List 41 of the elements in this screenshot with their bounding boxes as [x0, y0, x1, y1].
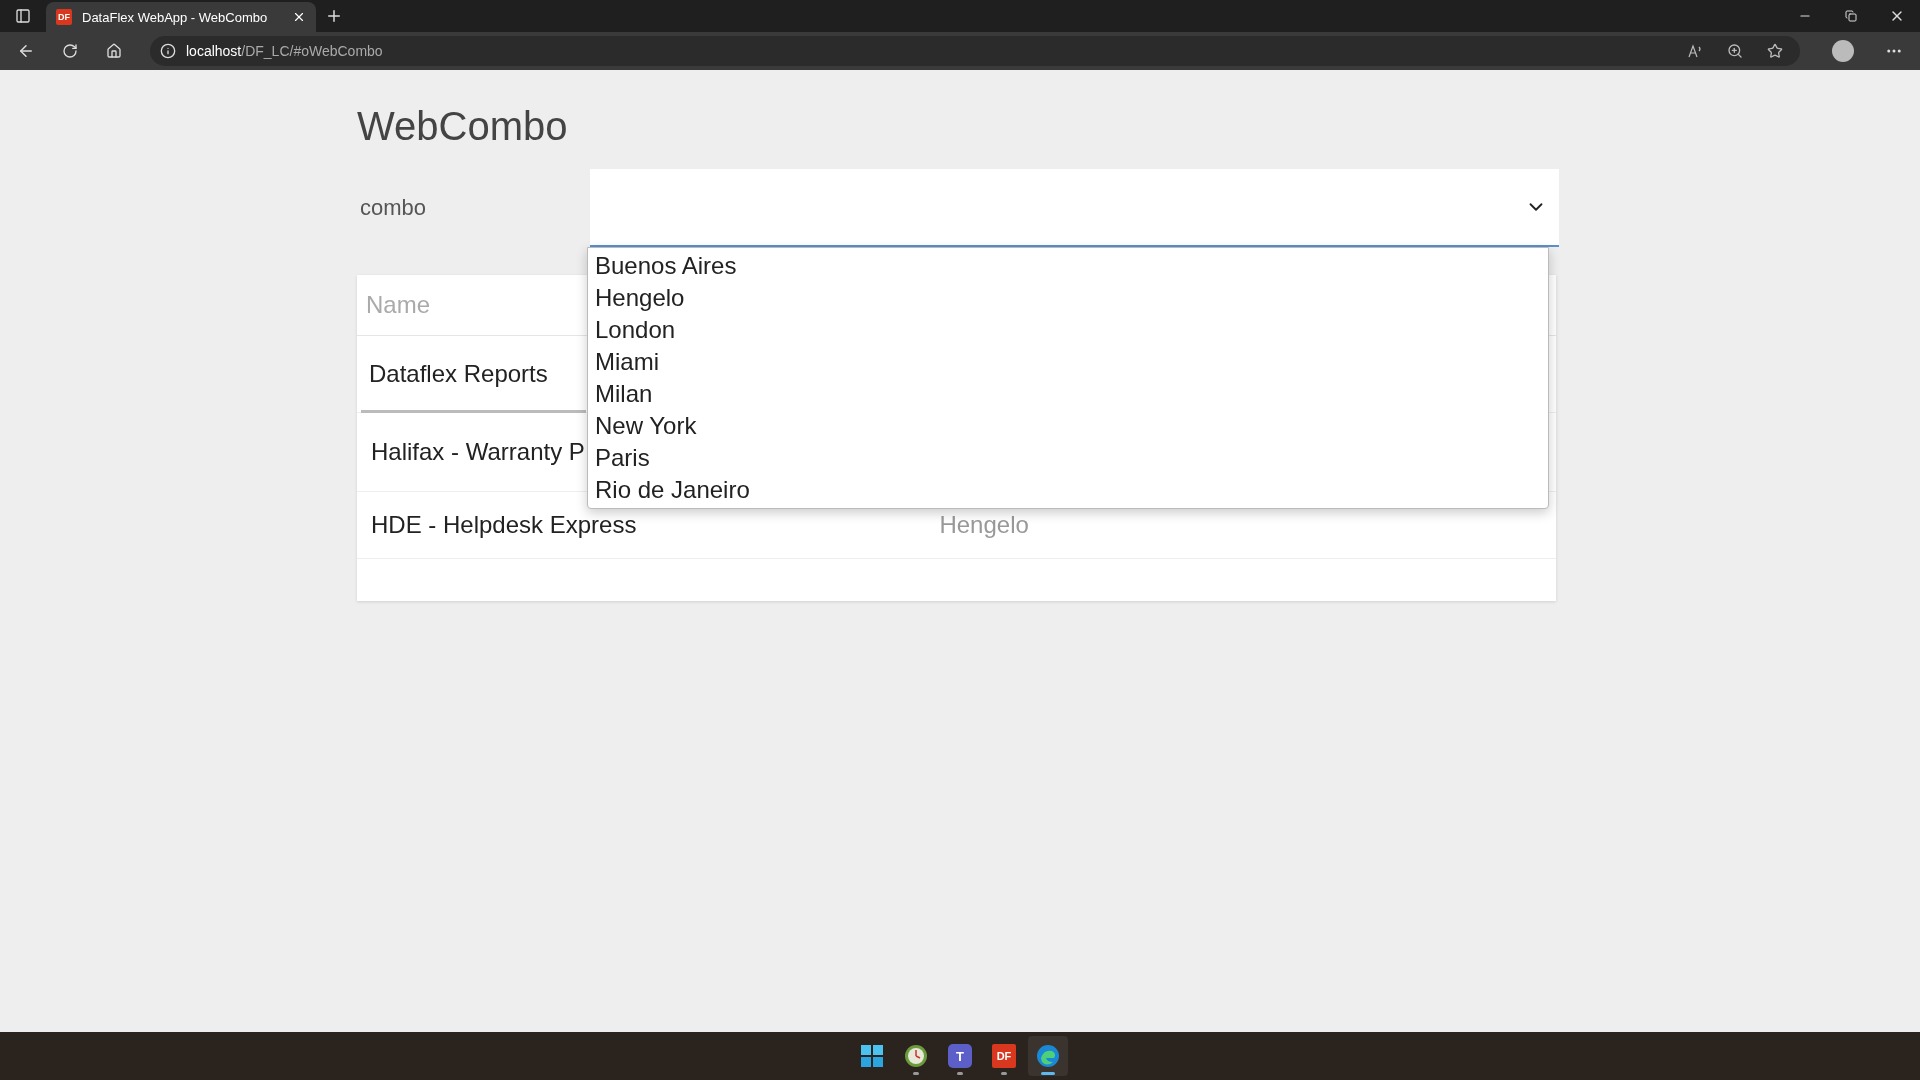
favorites-icon[interactable] — [1767, 43, 1783, 59]
page-title: WebCombo — [357, 104, 569, 149]
url-host: localhost — [186, 43, 242, 59]
tab-panel-icon[interactable] — [15, 8, 31, 24]
tab-title: DataFlex WebApp - WebCombo — [82, 9, 269, 25]
table-cell: Hengelo — [939, 511, 1029, 539]
table-cell: Halifax - Warranty P — [371, 438, 585, 466]
clock-icon — [904, 1044, 928, 1068]
taskbar-app[interactable] — [1028, 1036, 1068, 1076]
home-icon[interactable] — [106, 43, 122, 59]
table-cell: Dataflex Reports — [369, 360, 548, 388]
back-icon[interactable] — [17, 42, 35, 60]
dropdown-option[interactable]: London — [588, 314, 1548, 346]
read-aloud-icon[interactable] — [1687, 43, 1703, 59]
favicon: DF — [56, 9, 72, 25]
dropdown-option[interactable]: Miami — [588, 346, 1548, 378]
browser-tab[interactable]: DF DataFlex WebApp - WebCombo — [46, 2, 316, 32]
reload-icon[interactable] — [62, 43, 78, 59]
dropdown-option[interactable]: Milan — [588, 378, 1548, 410]
dropdown-option[interactable]: Buenos Aires — [588, 250, 1548, 282]
info-icon[interactable] — [160, 43, 176, 59]
profile-avatar[interactable] — [1832, 40, 1854, 62]
teams-app-icon: T — [948, 1044, 972, 1068]
dropdown-option[interactable]: Rio de Janeiro — [588, 474, 1548, 506]
new-tab-icon[interactable] — [325, 7, 343, 25]
address-bar[interactable]: localhost/DF_LC/#oWebCombo — [150, 36, 1800, 66]
taskbar-app[interactable]: DF — [984, 1036, 1024, 1076]
dropdown-option[interactable]: New York — [588, 410, 1548, 442]
taskbar-app[interactable]: T — [940, 1036, 980, 1076]
restore-icon[interactable] — [1845, 10, 1857, 22]
dataflex-app-icon: DF — [992, 1044, 1016, 1068]
url-path: /DF_LC/#oWebCombo — [241, 43, 383, 59]
browser-icon — [1036, 1044, 1060, 1068]
close-tab-icon[interactable] — [292, 10, 306, 24]
table-cell: HDE - Helpdesk Express — [371, 511, 637, 539]
dropdown-option[interactable]: Hengelo — [588, 282, 1548, 314]
zoom-icon[interactable] — [1727, 43, 1743, 59]
combo-field[interactable] — [590, 169, 1559, 247]
combo-label: combo — [359, 195, 428, 221]
dropdown-option[interactable]: Paris — [588, 442, 1548, 474]
windows-icon — [860, 1044, 884, 1068]
